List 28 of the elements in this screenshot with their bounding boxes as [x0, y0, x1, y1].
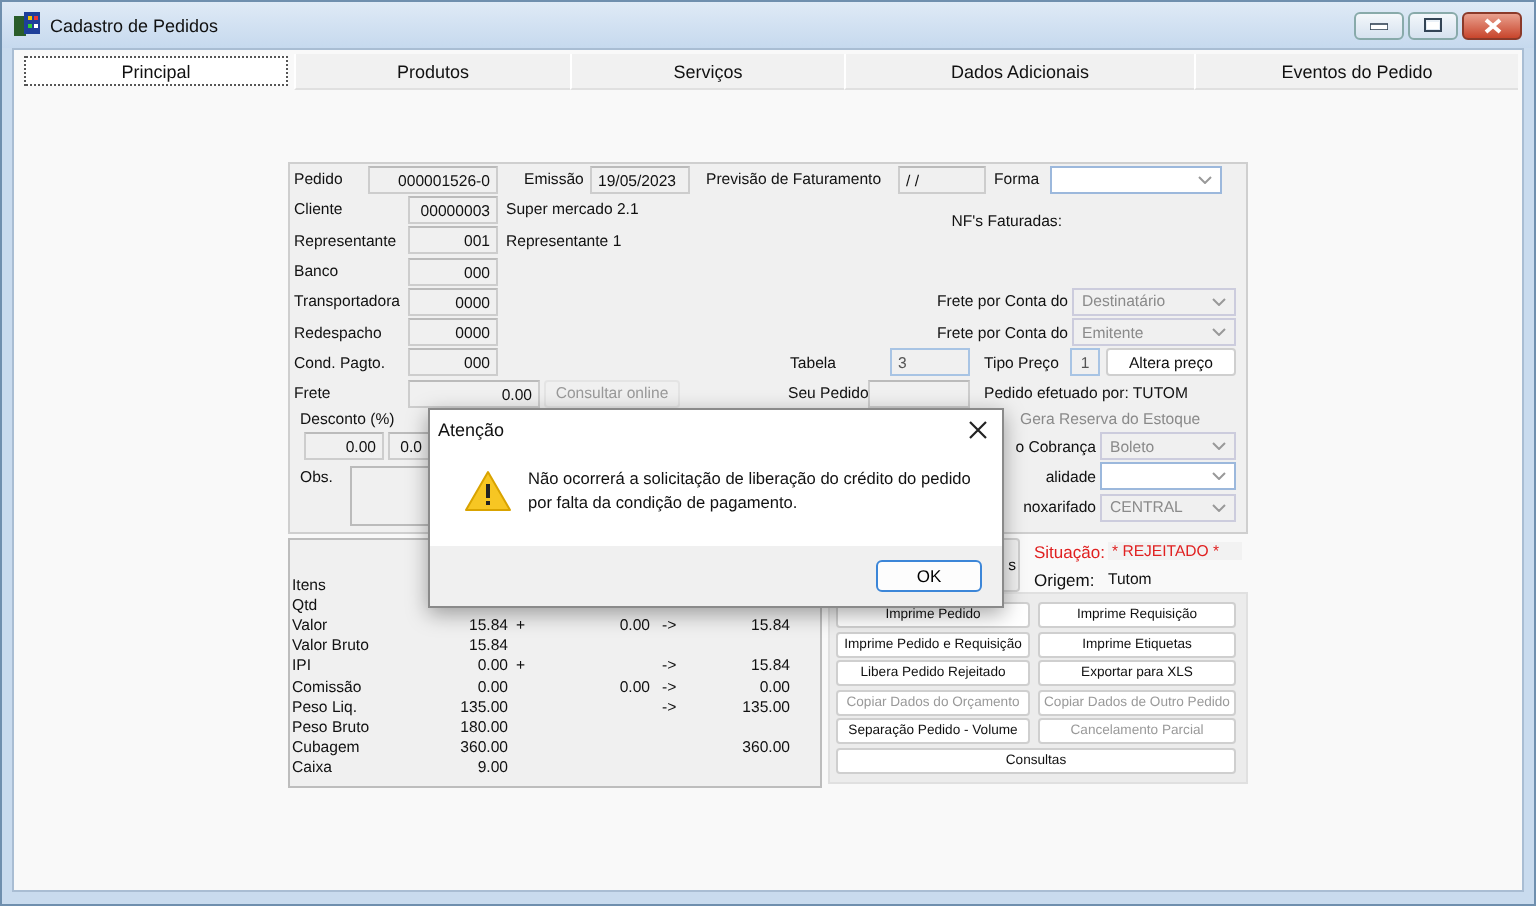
close-icon[interactable] — [968, 420, 988, 440]
chevron-icon — [1212, 503, 1226, 512]
chevron-icon — [1212, 472, 1226, 481]
chevron-icon — [1198, 175, 1212, 184]
tab[interactable]: Eventos do Pedido — [1194, 54, 1518, 90]
tab[interactable]: Produtos — [294, 54, 570, 90]
customer-order-field[interactable] — [868, 379, 970, 408]
tab[interactable]: Principal — [24, 56, 288, 86]
warning-icon — [464, 469, 512, 511]
notes-field[interactable] — [350, 465, 430, 526]
dialog-title: Atenção — [438, 420, 505, 440]
ok-button[interactable]: OK — [876, 560, 982, 592]
tab[interactable]: Dados Adicionais — [844, 54, 1194, 90]
maximize-button[interactable] — [1408, 11, 1458, 39]
chevron-icon — [1212, 297, 1226, 306]
minimize-button[interactable] — [1354, 11, 1404, 39]
app-icon — [14, 12, 40, 38]
close-button[interactable] — [1462, 11, 1522, 39]
close-icon — [1483, 17, 1501, 33]
chevron-icon — [1212, 442, 1226, 451]
maximize-icon — [1424, 18, 1442, 32]
status-label: Situação: — [1034, 541, 1107, 561]
origin-label: Origem: — [1034, 569, 1097, 589]
window-title: Cadastro de Pedidos — [50, 15, 219, 35]
minimize-icon — [1370, 21, 1388, 29]
tab[interactable]: Serviços — [570, 54, 844, 90]
dialog-message: Não ocorrerá a solicitação de liberação do crédito do pedido por falta da condição de pagamento. — [528, 466, 971, 514]
chevron-icon — [1212, 328, 1226, 337]
